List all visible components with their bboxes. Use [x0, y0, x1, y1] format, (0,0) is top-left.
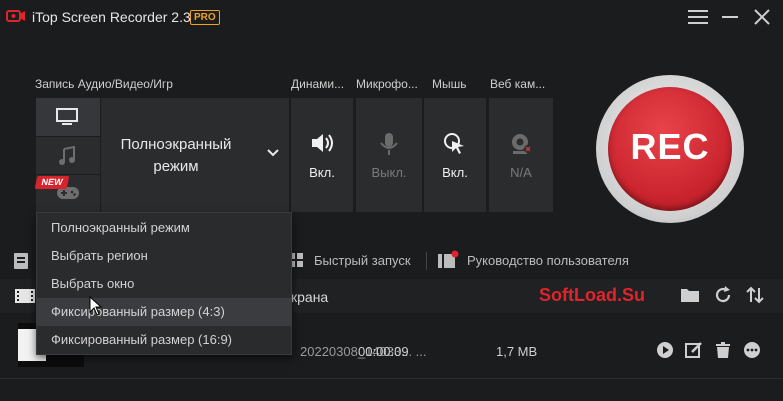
refresh-icon[interactable] — [713, 285, 733, 305]
speaker-icon — [312, 134, 333, 152]
webcam-status: N/A — [510, 165, 532, 180]
music-note-icon — [59, 146, 75, 165]
edit-icon[interactable] — [685, 341, 703, 359]
webcam-toggle[interactable]: N/A — [489, 98, 553, 212]
user-guide-icon[interactable] — [436, 250, 460, 272]
folder-icon[interactable] — [680, 286, 700, 304]
mic-section-label: Микрофо... — [356, 77, 418, 91]
screen-mode-tab[interactable] — [36, 98, 100, 136]
mic-status: Выкл. — [371, 165, 407, 180]
list-divider — [0, 378, 783, 379]
speaker-toggle[interactable]: Вкл. — [291, 98, 353, 212]
minimize-icon[interactable] — [718, 6, 742, 28]
video-list-icon[interactable] — [14, 288, 36, 304]
screenshot-list-icon[interactable] — [12, 251, 32, 271]
list-header-title: крана — [291, 289, 329, 305]
microphone-icon — [380, 133, 398, 155]
recording-size: 1,7 MB — [496, 344, 538, 359]
audio-mode-tab[interactable] — [36, 137, 100, 174]
close-icon[interactable] — [750, 6, 774, 28]
webcam-section-label: Веб кам... — [490, 77, 546, 91]
speaker-status: Вкл. — [309, 165, 335, 180]
capture-mode-dropdown: Полноэкранный режим Выбрать регион Выбра… — [36, 212, 292, 355]
chevron-down-icon — [267, 149, 279, 157]
rec-label: REC — [630, 126, 710, 167]
dropdown-item-fullscreen[interactable]: Полноэкранный режим — [37, 214, 291, 242]
dropdown-item-window[interactable]: Выбрать окно — [37, 270, 291, 298]
mouse-toggle[interactable]: Вкл. — [424, 98, 486, 212]
mouse-click-icon — [444, 133, 464, 154]
selected-mode-line2: режим — [153, 158, 199, 175]
recording-duration: 00:00:09 — [358, 344, 409, 359]
dropdown-item-fixed-4-3[interactable]: Фиксированный размер (4:3) — [37, 298, 291, 326]
user-guide-link[interactable]: Руководство пользователя — [467, 253, 629, 268]
sort-icon[interactable] — [745, 285, 765, 305]
hamburger-menu-icon[interactable] — [686, 6, 710, 28]
monitor-icon — [56, 108, 78, 125]
quick-launch-link[interactable]: Быстрый запуск — [314, 253, 411, 268]
webcam-icon — [512, 134, 532, 154]
mouse-status: Вкл. — [442, 165, 468, 180]
new-badge: NEW — [34, 176, 70, 189]
mouse-section-label: Мышь — [432, 77, 467, 91]
watermark-text: SoftLoad.Su — [539, 285, 645, 305]
selected-mode-line1: Полноэкранный — [120, 136, 232, 153]
capture-mode-selector[interactable]: Полноэкранный режим — [101, 98, 289, 212]
mic-toggle[interactable]: Выкл. — [356, 98, 422, 212]
app-title: iTop Screen Recorder 2.3 — [32, 9, 191, 25]
speaker-section-label: Динами... — [291, 77, 345, 91]
dropdown-item-fixed-16-9[interactable]: Фиксированный размер (16:9) — [37, 326, 291, 354]
mouse-cursor-icon — [89, 296, 103, 316]
camera-logo-icon — [6, 10, 25, 22]
toolbar-divider — [426, 252, 427, 270]
more-options-icon[interactable] — [743, 341, 761, 359]
delete-icon[interactable] — [714, 341, 732, 359]
record-section-label: Запись Аудио/Видео/Игр — [35, 77, 173, 91]
play-icon[interactable] — [656, 341, 674, 359]
pro-badge: PRO — [190, 10, 220, 25]
dropdown-item-region[interactable]: Выбрать регион — [37, 242, 291, 270]
